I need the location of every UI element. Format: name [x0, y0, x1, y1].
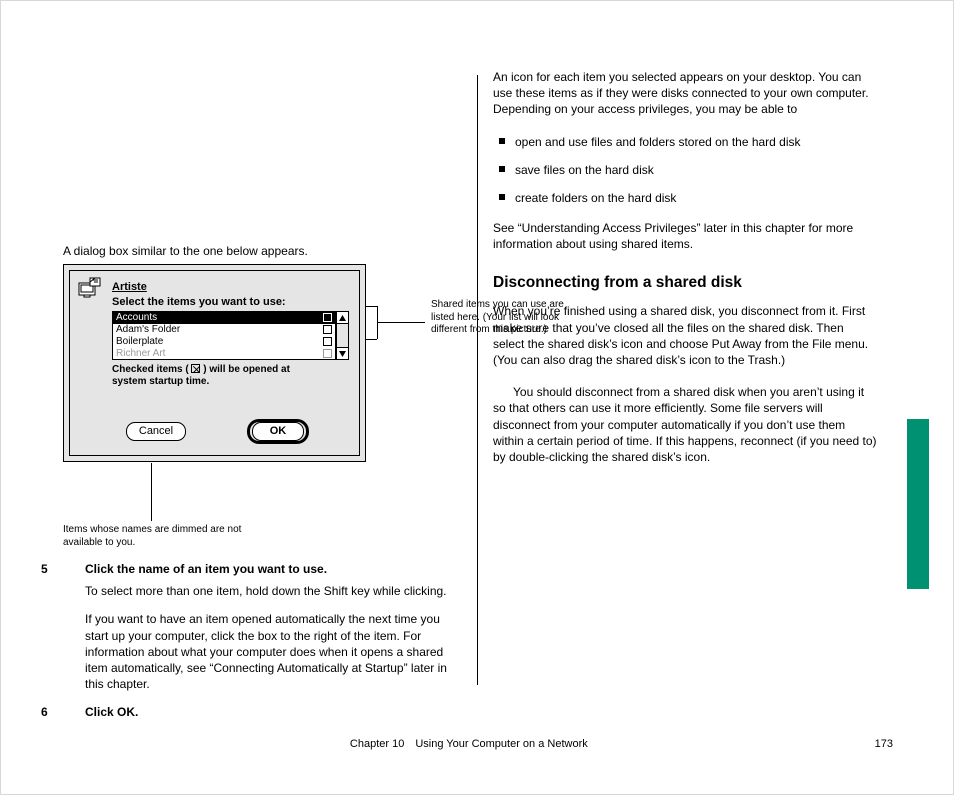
step-5-body: To select more than one item, hold down … [63, 583, 463, 599]
left-steps: 5Click the name of an item you want to u… [63, 561, 463, 727]
ok-button[interactable]: OK [252, 422, 304, 441]
scrollbar[interactable] [336, 311, 349, 360]
dialog-hint: Checked items ( ) will be opened at syst… [112, 364, 322, 388]
scroll-up-icon[interactable] [337, 312, 348, 324]
left-column: A dialog box similar to the one below ap… [63, 69, 463, 275]
dialog-illustration: Artiste Select the items you want to use… [63, 264, 366, 462]
list-item-label: Accounts [116, 312, 157, 323]
list-item-checkbox[interactable] [323, 313, 332, 322]
list-item-label: Richner Art [116, 348, 165, 359]
page: A dialog box similar to the one below ap… [0, 0, 954, 795]
list-item: Richner Art [113, 348, 335, 360]
list-item-checkbox[interactable] [323, 337, 332, 346]
page-footer: Chapter 10 Using Your Computer on a Netw… [63, 737, 893, 752]
callout-connector [151, 463, 152, 521]
callout-dimmed: Items whose names are dimmed are not ava… [63, 524, 253, 549]
right-p1: An icon for each item you selected appea… [493, 69, 878, 118]
callout-connector [366, 339, 377, 340]
privileges-list: open and use files and folders stored on… [493, 134, 878, 207]
list-item[interactable]: Adam's Folder [113, 324, 335, 336]
list-item-checkbox[interactable] [323, 325, 332, 334]
step-6: 6Click OK. [63, 704, 463, 720]
step-5-body-2: If you want to have an item opened autom… [63, 611, 463, 692]
list-item: create folders on the hard disk [493, 190, 878, 206]
dialog-inner: Artiste Select the items you want to use… [69, 270, 360, 456]
heading-disconnecting: Disconnecting from a shared disk [493, 273, 878, 294]
list-item[interactable]: Boilerplate [113, 336, 335, 348]
right-column: An icon for each item you selected appea… [493, 69, 878, 481]
shared-items-list[interactable]: Accounts Adam's Folder Boilerplate Richn… [112, 311, 336, 360]
left-intro: A dialog box similar to the one below ap… [63, 243, 463, 259]
fileserver-icon [78, 277, 104, 299]
list-item-label: Adam's Folder [116, 324, 180, 335]
list-item[interactable]: Accounts [113, 312, 335, 324]
list-item-label: Boilerplate [116, 336, 163, 347]
checked-box-icon [191, 364, 200, 373]
list-item: save files on the hard disk [493, 162, 878, 178]
list-item-checkbox [323, 349, 332, 358]
server-name: Artiste [112, 280, 147, 295]
step-5: 5Click the name of an item you want to u… [63, 561, 463, 577]
footer-page-number: 173 [875, 737, 893, 752]
column-divider [477, 75, 478, 685]
scroll-down-icon[interactable] [337, 347, 348, 359]
right-p3: When you’re finished using a shared disk… [493, 303, 878, 368]
footer-center: Chapter 10 Using Your Computer on a Netw… [350, 737, 588, 752]
right-p2: See “Understanding Access Privileges” la… [493, 220, 878, 252]
callout-connector [377, 322, 425, 323]
right-p4: You should disconnect from a shared disk… [493, 384, 878, 465]
section-tab [907, 419, 929, 589]
list-item: open and use files and folders stored on… [493, 134, 878, 150]
dialog-instruction: Select the items you want to use: [112, 295, 286, 310]
callout-connector [366, 306, 377, 307]
cancel-button[interactable]: Cancel [126, 422, 186, 441]
